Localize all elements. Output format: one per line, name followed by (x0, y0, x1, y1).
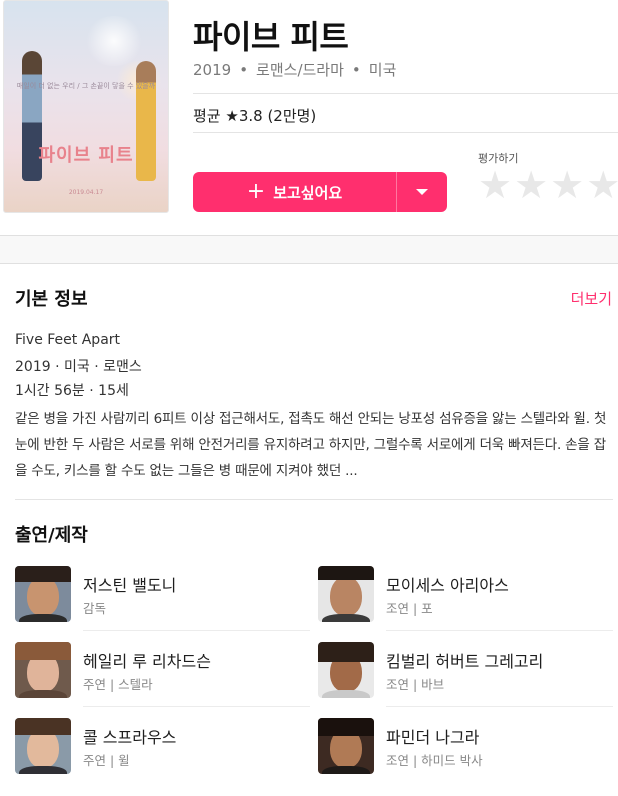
poster-bokeh (84, 16, 144, 66)
poster-title: 파이브 피트 (38, 145, 134, 166)
person-role: 감독 (83, 601, 107, 616)
movie-genre: 로맨스/드라마 (256, 61, 344, 79)
basic-info-title: 기본 정보 (15, 289, 88, 310)
divider (386, 706, 613, 707)
divider (193, 132, 618, 133)
cast-title: 출연/제작 (15, 525, 88, 546)
movie-meta: 2019 • 로맨스/드라마 • 미국 (193, 59, 396, 80)
avatar (318, 566, 374, 622)
caret-down-icon (416, 189, 428, 195)
average-rating: 평균 ★3.8 (2만명) (193, 107, 317, 125)
plus-icon: + (246, 179, 266, 204)
divider (83, 630, 310, 631)
separator-dot: • (351, 61, 361, 79)
avatar (15, 718, 71, 774)
runtime-age: 1시간 56분 · 15세 (15, 383, 129, 399)
poster-tagline: 매일이 더 없는 우리 / 그 손끝이 닿을 수 있을까 (16, 82, 156, 90)
cast-item[interactable]: 파민더 나그라 조연 | 하미드 박사 (318, 718, 613, 778)
want-dropdown-button[interactable] (397, 172, 447, 212)
more-link[interactable]: 더보기 (571, 288, 612, 309)
movie-year: 2019 (193, 61, 232, 79)
avatar (15, 566, 71, 622)
want-to-watch-label: 보고싶어요 (273, 183, 343, 202)
cast-item[interactable]: 킴벌리 허버트 그레고리 조연 | 바브 (318, 642, 613, 707)
divider (83, 706, 310, 707)
want-to-watch-main[interactable]: + 보고싶어요 (193, 172, 396, 212)
divider (193, 93, 618, 94)
avatar (318, 642, 374, 698)
person-name: 파민더 나그라 (386, 728, 480, 747)
divider (386, 630, 613, 631)
star-icon[interactable]: ★ (586, 166, 618, 204)
cast-item[interactable]: 저스틴 밸도니 감독 (15, 566, 310, 631)
cast-item[interactable]: 콜 스프라우스 주연 | 윌 (15, 718, 310, 778)
person-name: 모이세스 아리아스 (386, 576, 509, 595)
movie-title: 파이브 피트 (193, 18, 349, 56)
cast-item[interactable]: 헤일리 루 리차드슨 주연 | 스텔라 (15, 642, 310, 707)
year-country-genre: 2019 · 미국 · 로맨스 (15, 359, 142, 375)
poster-date: 2019.04.17 (68, 189, 104, 196)
divider (15, 499, 613, 500)
person-name: 헤일리 루 리차드슨 (83, 652, 211, 671)
avatar (15, 642, 71, 698)
want-to-watch-button[interactable]: + 보고싶어요 (193, 172, 447, 212)
avatar (318, 718, 374, 774)
cast-item[interactable]: 모이세스 아리아스 조연 | 포 (318, 566, 613, 631)
rating-stars[interactable]: ★ ★ ★ ★ (478, 166, 618, 204)
synopsis: 같은 병을 가진 사람끼리 6피트 이상 접근해서도, 접촉도 해선 안되는 낭… (15, 411, 607, 479)
person-name: 콜 스프라우스 (83, 728, 177, 747)
person-name: 킴벌리 허버트 그레고리 (386, 652, 544, 671)
person-role: 조연 | 바브 (386, 677, 445, 692)
section-spacer (0, 235, 618, 264)
person-role: 조연 | 하미드 박사 (386, 753, 483, 768)
star-icon[interactable]: ★ (514, 166, 548, 204)
person-name: 저스틴 밸도니 (83, 576, 177, 595)
star-icon[interactable]: ★ (478, 166, 512, 204)
person-role: 주연 | 스텔라 (83, 677, 153, 692)
separator-dot: • (239, 61, 249, 79)
person-role: 주연 | 윌 (83, 753, 130, 768)
star-icon[interactable]: ★ (550, 166, 584, 204)
person-role: 조연 | 포 (386, 601, 433, 616)
original-title: Five Feet Apart (15, 332, 121, 348)
movie-poster[interactable]: 매일이 더 없는 우리 / 그 손끝이 닿을 수 있을까 파이브 피트 2019… (3, 0, 169, 213)
movie-country: 미국 (368, 61, 397, 79)
